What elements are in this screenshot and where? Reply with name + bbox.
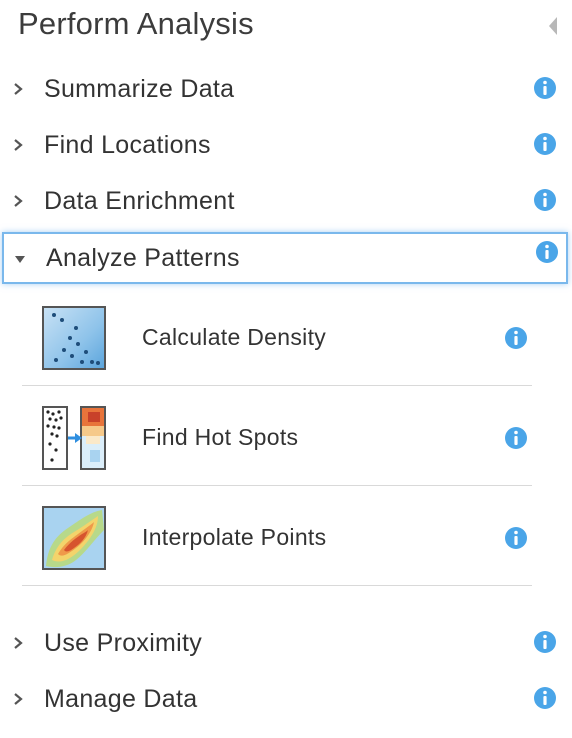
chevron-right-icon bbox=[14, 693, 23, 705]
tool-interpolate-points[interactable]: Interpolate Points bbox=[22, 486, 532, 586]
category-label: Find Locations bbox=[44, 131, 211, 159]
panel-title: Perform Analysis bbox=[18, 6, 254, 41]
info-icon[interactable] bbox=[504, 426, 528, 450]
category-data-enrichment[interactable]: Data Enrichment bbox=[0, 176, 572, 228]
info-icon[interactable] bbox=[533, 188, 557, 212]
category-use-proximity[interactable]: Use Proximity bbox=[0, 618, 572, 670]
tool-label: Calculate Density bbox=[142, 324, 327, 350]
tool-label: Interpolate Points bbox=[142, 524, 327, 550]
density-thumbnail bbox=[42, 306, 106, 370]
info-icon[interactable] bbox=[504, 326, 528, 350]
tool-label: Find Hot Spots bbox=[142, 424, 299, 450]
category-find-locations[interactable]: Find Locations bbox=[0, 120, 572, 172]
info-icon[interactable] bbox=[533, 686, 557, 710]
category-summarize-data[interactable]: Summarize Data bbox=[0, 64, 572, 116]
chevron-right-icon bbox=[14, 637, 23, 649]
tool-find-hot-spots[interactable]: Find Hot Spots bbox=[22, 386, 532, 486]
category-label: Use Proximity bbox=[44, 629, 203, 657]
chevron-right-icon bbox=[14, 139, 23, 151]
info-icon[interactable] bbox=[535, 240, 559, 264]
interpolate-thumbnail bbox=[42, 506, 106, 570]
info-icon[interactable] bbox=[533, 630, 557, 654]
chevron-right-icon bbox=[14, 83, 23, 95]
tool-calculate-density[interactable]: Calculate Density bbox=[22, 286, 532, 386]
category-label: Data Enrichment bbox=[44, 187, 235, 215]
chevron-down-icon bbox=[15, 256, 25, 263]
chevron-right-icon bbox=[14, 195, 23, 207]
info-icon[interactable] bbox=[533, 76, 557, 100]
hot-spots-thumbnail bbox=[42, 406, 106, 470]
category-label: Analyze Patterns bbox=[46, 244, 240, 272]
category-label: Manage Data bbox=[44, 685, 198, 713]
category-label: Summarize Data bbox=[44, 75, 235, 103]
info-icon[interactable] bbox=[504, 526, 528, 550]
collapse-panel-icon[interactable] bbox=[546, 14, 558, 38]
category-analyze-patterns[interactable]: Analyze Patterns bbox=[2, 232, 568, 284]
category-manage-data[interactable]: Manage Data bbox=[0, 674, 572, 726]
info-icon[interactable] bbox=[533, 132, 557, 156]
